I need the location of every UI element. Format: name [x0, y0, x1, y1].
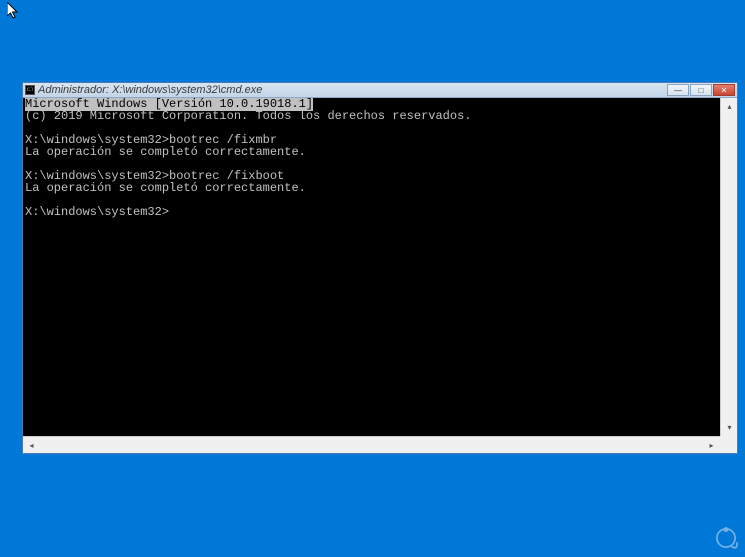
scroll-track[interactable] — [40, 437, 703, 453]
terminal-area[interactable]: Microsoft Windows [Versión 10.0.19018.1]… — [23, 98, 737, 453]
vertical-scrollbar[interactable]: ▴ ▾ — [720, 98, 737, 436]
mouse-cursor — [7, 2, 19, 20]
terminal-line: (c) 2019 Microsoft Corporation. Todos lo… — [25, 109, 471, 123]
terminal-line: X:\windows\system32> — [25, 205, 169, 219]
terminal-output: Microsoft Windows [Versión 10.0.19018.1]… — [23, 98, 737, 218]
cmd-window: c:\ Administrador: X:\windows\system32\c… — [22, 82, 738, 454]
maximize-button[interactable]: □ — [690, 84, 712, 96]
horizontal-scrollbar[interactable]: ◂ ▸ — [23, 436, 720, 453]
scroll-right-icon[interactable]: ▸ — [703, 437, 720, 453]
window-title: Administrador: X:\windows\system32\cmd.e… — [38, 84, 262, 96]
scroll-track[interactable] — [721, 115, 737, 419]
watermark-icon — [712, 524, 740, 552]
minimize-button[interactable]: — — [667, 84, 689, 96]
close-button[interactable]: ✕ — [713, 84, 735, 96]
terminal-line: La operación se completó correctamente. — [25, 181, 306, 195]
scrollbar-corner — [720, 436, 737, 453]
titlebar[interactable]: c:\ Administrador: X:\windows\system32\c… — [23, 83, 737, 98]
scroll-up-icon[interactable]: ▴ — [721, 98, 737, 115]
cmd-icon: c:\ — [25, 85, 35, 95]
scroll-left-icon[interactable]: ◂ — [23, 437, 40, 453]
window-controls: — □ ✕ — [667, 84, 735, 96]
terminal-line: La operación se completó correctamente. — [25, 145, 306, 159]
scroll-down-icon[interactable]: ▾ — [721, 419, 737, 436]
